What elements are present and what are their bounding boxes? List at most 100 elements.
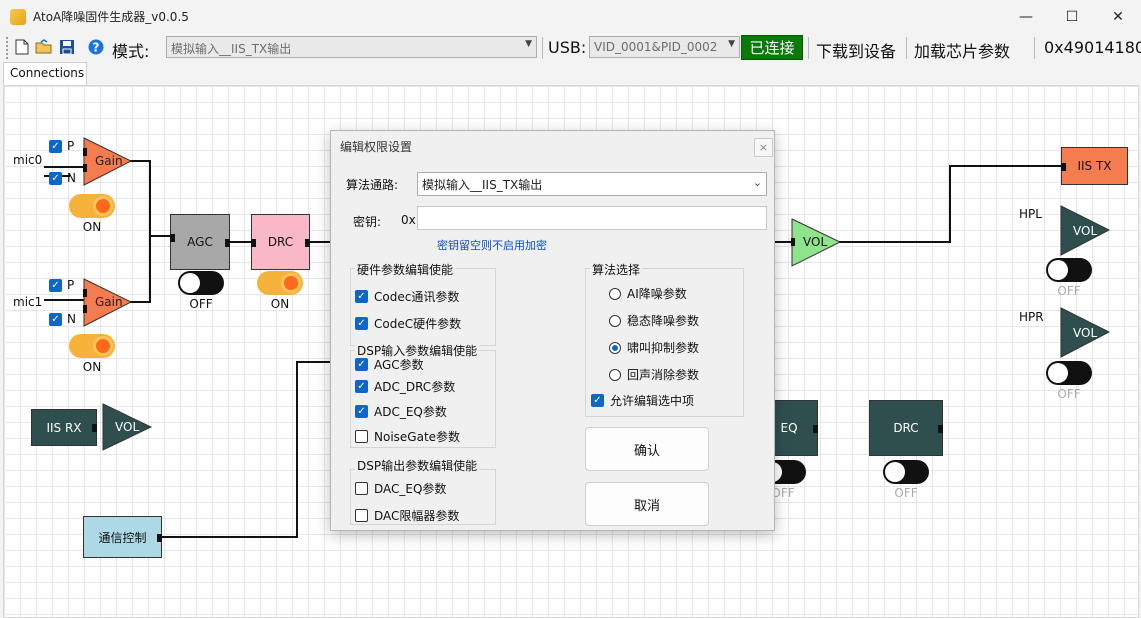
checkbox[interactable]: ✓ [355,405,368,418]
drc-block[interactable]: DRC [251,214,310,270]
hpl-toggle-label: OFF [1057,284,1081,298]
checkbox[interactable]: ✓ [355,380,368,393]
chevron-down-icon: ⌄ [752,176,762,189]
gain-mic1-toggle[interactable] [69,334,115,358]
gain-label: Gain [95,154,123,168]
hpr-toggle[interactable] [1046,361,1092,385]
iis-tx-block[interactable]: IIS TX [1061,147,1128,185]
hpr-label: HPR [1019,310,1044,324]
checkbox[interactable]: ✓ [355,358,368,371]
mic1-p-checkbox[interactable]: ✓ [49,279,62,292]
algo-path-select[interactable]: 模拟输入__IIS_TX输出 ⌄ [417,172,767,196]
hpl-toggle[interactable] [1046,258,1092,282]
dsp-in-item-adc-drc[interactable]: ✓ ADC_DRC参数 [355,378,455,395]
iis-tx-label: IIS TX [1077,159,1112,173]
mic1-n-checkbox[interactable]: ✓ [49,313,62,326]
dsp-out-item-label: DAC_EQ参数 [374,482,447,496]
key-hint: 密钥留空则不启用加密 [437,239,547,252]
mic0-label: mic0 [13,153,43,167]
confirm-button[interactable]: 确认 [585,427,709,471]
algo-item-howl[interactable]: 啸叫抑制参数 [609,339,699,356]
algo-item-label: AI降噪参数 [627,287,687,301]
dialog-close-button[interactable]: × [754,138,773,157]
dsp-in-item-adc-eq[interactable]: ✓ ADC_EQ参数 [355,403,447,420]
drc-output-label: DRC [893,421,919,435]
dsp-in-item-agc[interactable]: ✓ AGC参数 [355,356,424,373]
checkbox[interactable] [355,482,368,495]
gain-label: Gain [95,295,123,309]
vol-block-hpl[interactable]: VOL [1060,205,1112,257]
drc-output-block[interactable]: DRC [869,400,943,456]
allow-edit-checkbox[interactable]: ✓ 允许编辑选中项 [591,392,694,409]
hw-item-label: Codec通讯参数 [374,290,460,304]
mic1-label: mic1 [13,295,43,309]
dsp-out-group-title: DSP输出参数编辑使能 [355,457,480,474]
mic0-n-checkbox[interactable]: ✓ [49,172,62,185]
hw-param-group [350,268,496,346]
hpl-label: HPL [1019,207,1042,221]
dsp-out-item-label: DAC限幅器参数 [374,509,460,523]
algo-group-title: 算法选择 [590,261,643,278]
cancel-button[interactable]: 取消 [585,482,709,526]
vol-label: VOL [1073,224,1097,238]
drc-label: DRC [267,235,294,249]
checkbox[interactable]: ✓ [355,317,368,330]
radio-button[interactable] [609,314,621,327]
algo-item-ai[interactable]: AI降噪参数 [609,285,687,302]
hw-item-label: CodeC硬件参数 [374,317,462,331]
vol-label: VOL [803,235,827,249]
mic0-n-label: N [67,171,76,185]
algo-item-steady[interactable]: 稳态降噪参数 [609,312,699,329]
iis-rx-label: IIS RX [46,420,82,435]
edit-permission-dialog: 编辑权限设置 × 算法通路: 模拟输入__IIS_TX输出 ⌄ 密钥: 0x 密… [330,130,775,531]
radio-button[interactable] [609,341,621,354]
vol-block-hpr[interactable]: VOL [1060,307,1112,359]
vol-block-output[interactable]: VOL [791,218,843,268]
gain-block-mic1[interactable]: Gain [83,278,133,328]
key-input[interactable] [417,206,767,230]
comm-control-block[interactable]: 通信控制 [83,516,162,558]
drc-toggle[interactable] [257,271,303,295]
radio-button[interactable] [609,368,621,381]
agc-toggle[interactable] [178,271,224,295]
radio-button[interactable] [609,287,621,300]
mic1-n-label: N [67,312,76,326]
eq-label: EQ [780,421,798,435]
dsp-in-item-label: ADC_DRC参数 [374,380,456,394]
vol-label: VOL [115,420,139,434]
dsp-out-item-dac-limiter[interactable]: DAC限幅器参数 [355,507,459,524]
gain-mic1-toggle-label: ON [82,360,102,374]
hw-item-codec-hw[interactable]: ✓ CodeC硬件参数 [355,315,461,332]
hw-group-title: 硬件参数编辑使能 [355,261,456,278]
mic1-p-label: P [67,278,75,292]
dsp-in-item-noisegate[interactable]: NoiseGate参数 [355,428,460,445]
algo-item-label: 啸叫抑制参数 [627,341,700,355]
allow-edit-label: 允许编辑选中项 [610,394,695,408]
gain-mic0-toggle-label: ON [82,220,102,234]
dialog-title: 编辑权限设置 [340,140,413,154]
mic0-p-label: P [67,139,75,153]
gain-block-mic0[interactable]: Gain [83,137,133,187]
gain-mic0-toggle[interactable] [69,194,115,218]
checkbox[interactable]: ✓ [355,290,368,303]
hw-item-codec-comm[interactable]: ✓ Codec通讯参数 [355,288,459,305]
key-label: 密钥: [353,215,382,229]
drc-toggle-label: ON [270,297,290,311]
checkbox[interactable]: ✓ [591,394,604,407]
agc-toggle-label: OFF [189,297,213,311]
comm-control-label: 通信控制 [98,530,147,545]
algo-item-label: 稳态降噪参数 [627,314,700,328]
dsp-out-item-dac-eq[interactable]: DAC_EQ参数 [355,480,446,497]
agc-label: AGC [187,235,213,249]
vol-block-iis-rx[interactable]: VOL [102,403,154,451]
algo-item-echo[interactable]: 回声消除参数 [609,366,699,383]
dsp-in-item-label: ADC_EQ参数 [374,405,447,419]
dsp-in-item-label: NoiseGate参数 [374,430,461,444]
key-prefix: 0x [401,213,416,227]
mic0-p-checkbox[interactable]: ✓ [49,140,62,153]
checkbox[interactable] [355,509,368,522]
agc-block[interactable]: AGC [170,214,230,270]
iis-rx-block[interactable]: IIS RX [31,409,97,446]
drc-output-toggle[interactable] [883,460,929,484]
checkbox[interactable] [355,430,368,443]
